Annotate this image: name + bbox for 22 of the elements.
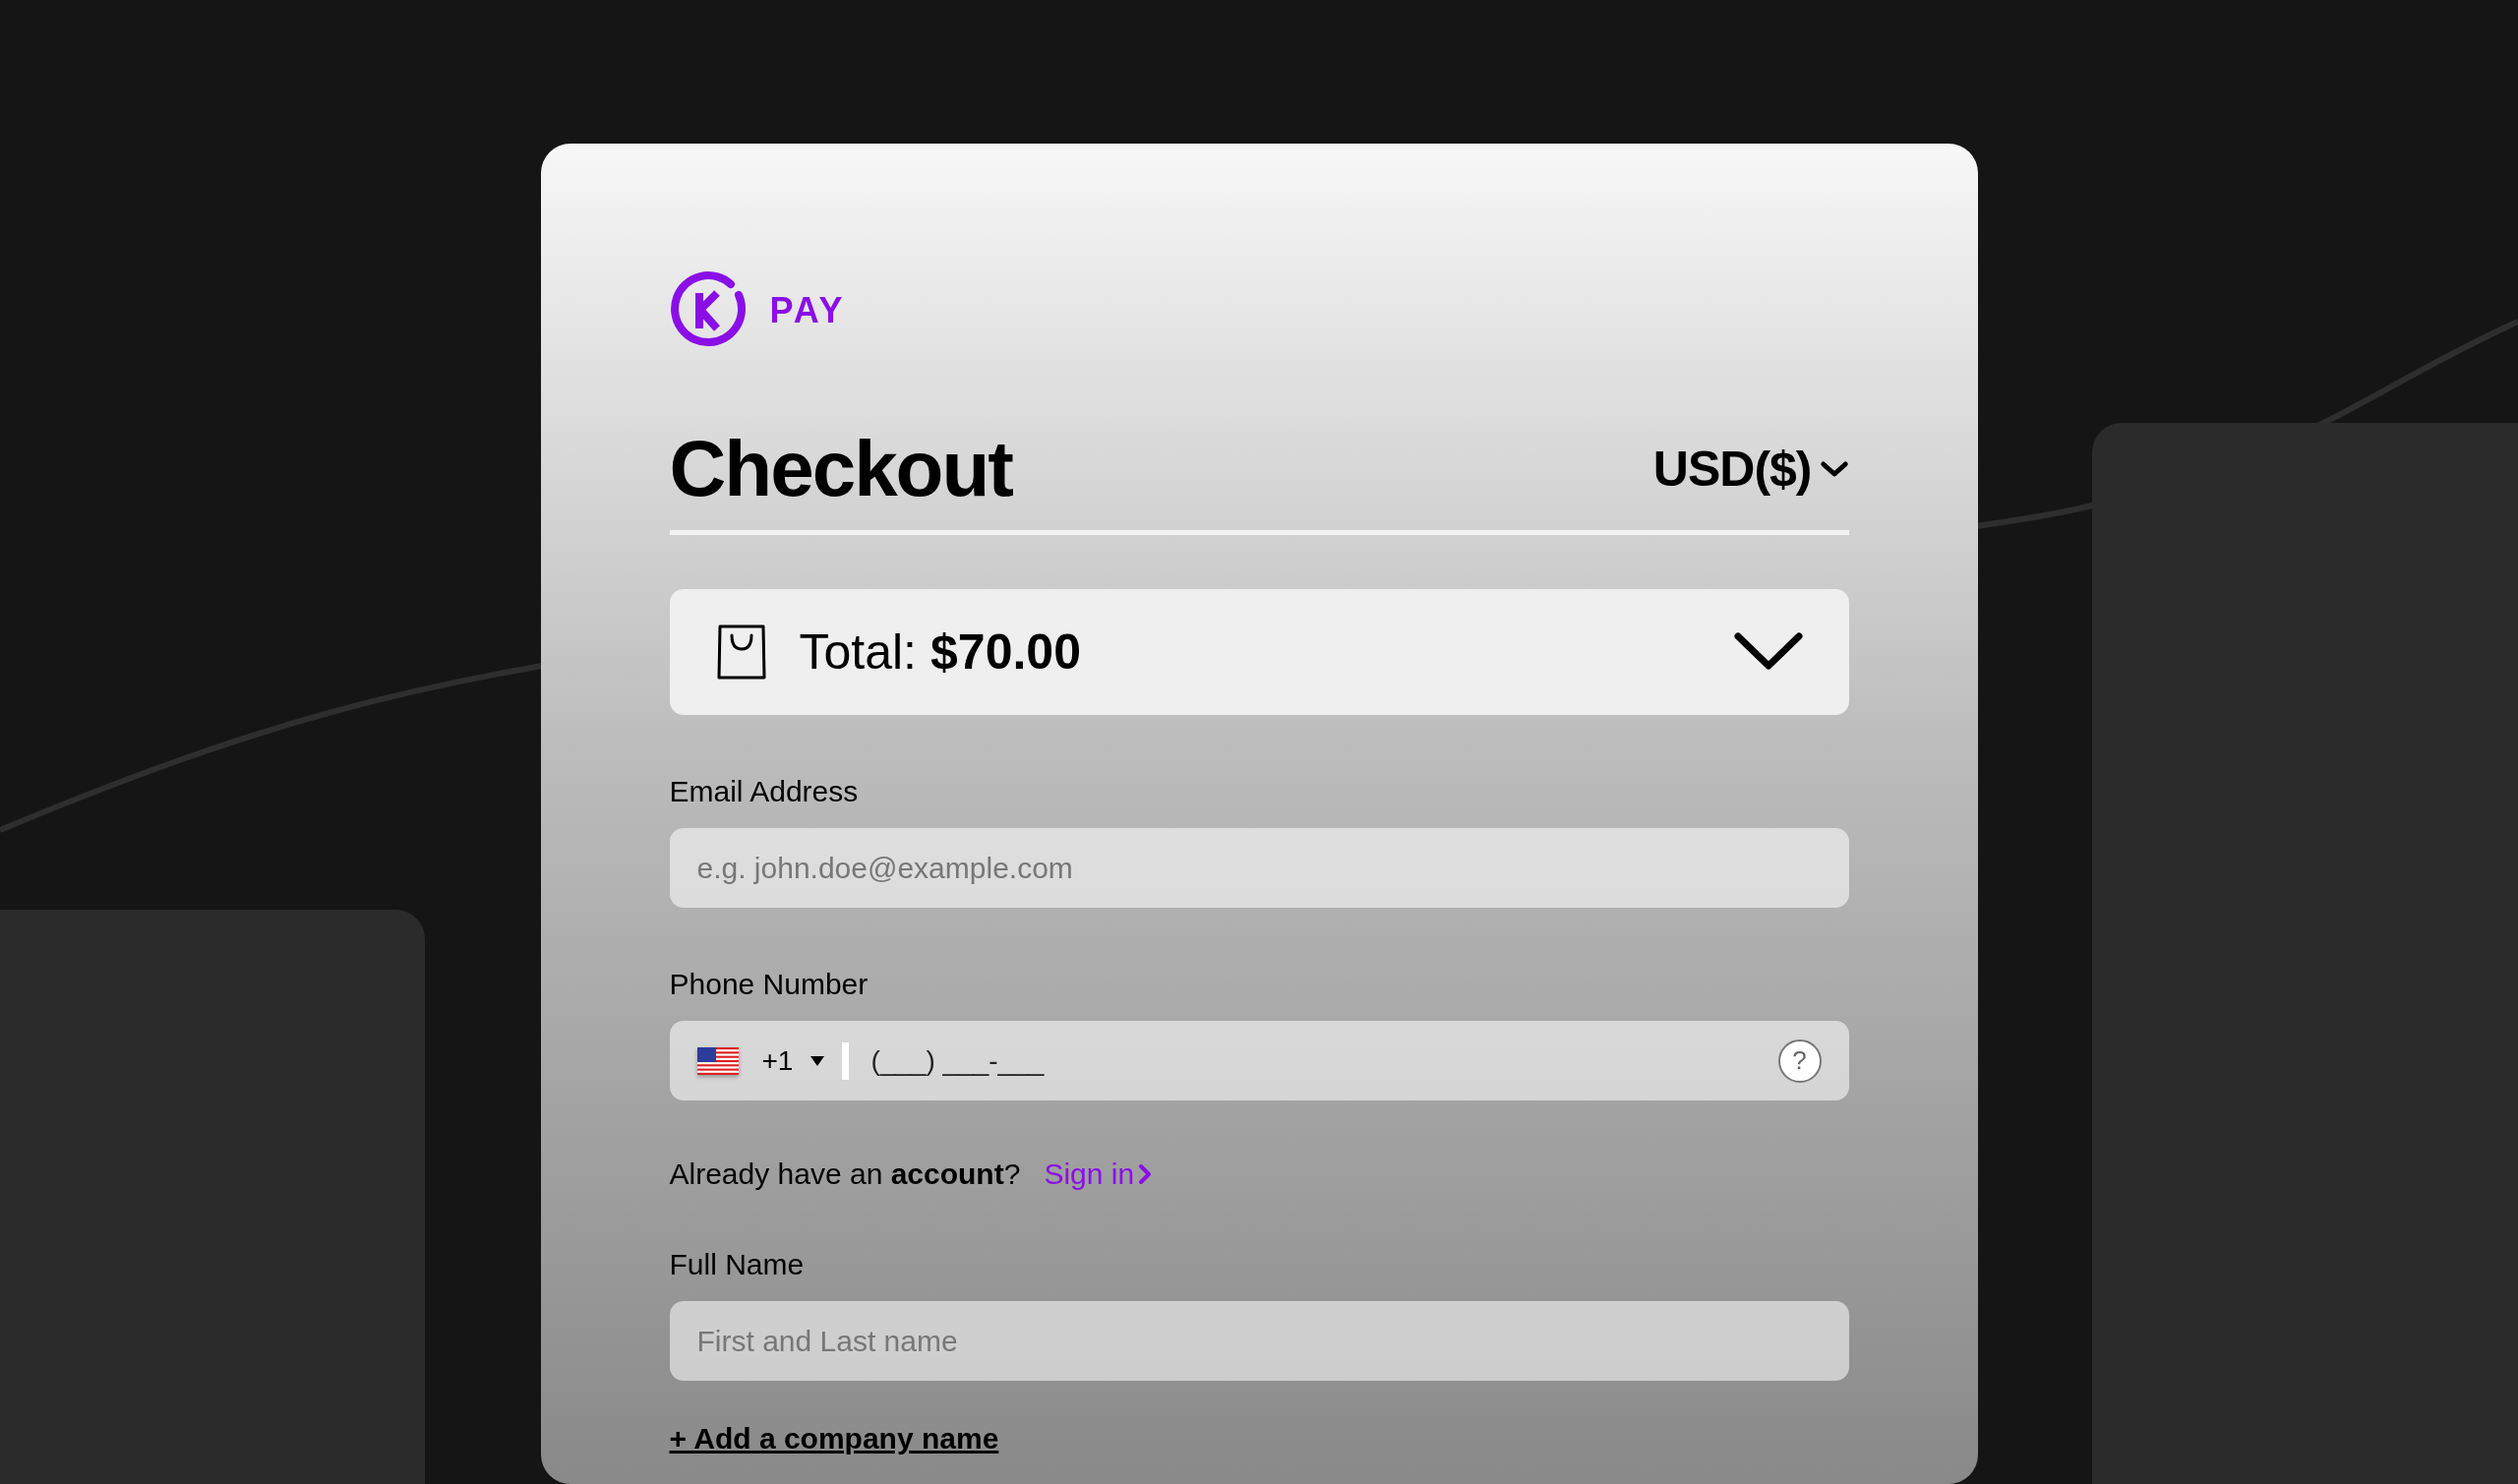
total-label: Total: xyxy=(799,623,917,681)
text-cursor xyxy=(842,1041,850,1080)
field-label: Full Name xyxy=(669,1247,806,1282)
account-prompt: Already have an account? xyxy=(669,1157,1021,1191)
help-icon[interactable]: ? xyxy=(1777,1039,1822,1083)
chevron-right-icon xyxy=(1138,1162,1153,1185)
page-title: Checkout xyxy=(669,430,1012,508)
order-summary-bar[interactable]: Total: $70.00 xyxy=(669,589,1849,715)
us-flag-icon xyxy=(696,1046,739,1075)
field-label: Phone Number xyxy=(669,967,869,1002)
chevron-down-icon xyxy=(1819,459,1849,479)
total-amount: $70.00 xyxy=(930,623,1081,681)
caret-down-icon xyxy=(810,1055,825,1066)
currency-selector[interactable]: USD($) xyxy=(1652,441,1849,498)
field-label: Email Address xyxy=(669,774,860,809)
phone-field[interactable]: +1 (___) ___-___ ? xyxy=(669,1021,1849,1100)
text-field[interactable]: First and Last name xyxy=(669,1301,1849,1381)
text-field[interactable]: e.g. john.doe@example.com xyxy=(669,828,1849,908)
country-code-dropdown[interactable]: +1 xyxy=(761,1044,825,1077)
add-company-link[interactable]: + Add a company name xyxy=(669,1422,999,1454)
brand-name: PAY xyxy=(769,290,846,331)
shopping-bag-icon xyxy=(716,623,766,681)
